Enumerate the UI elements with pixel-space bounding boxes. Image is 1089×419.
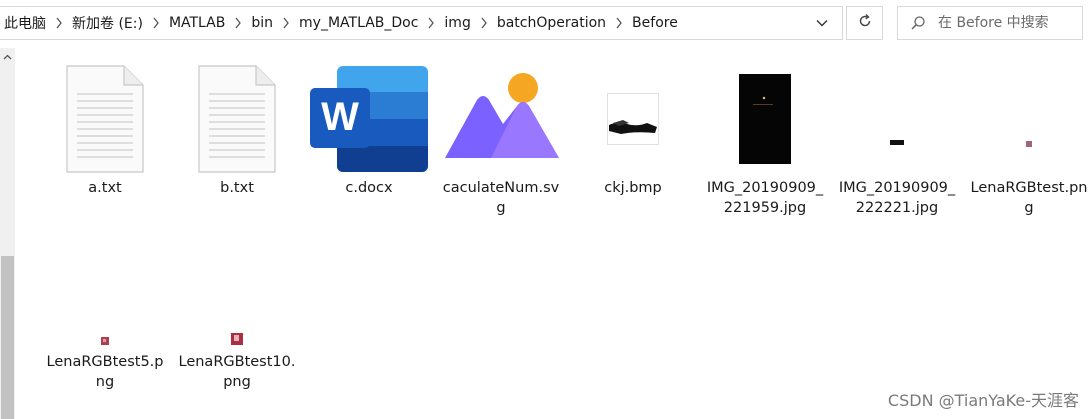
file-name: IMG_20190909_221959.jpg — [706, 180, 824, 216]
bmp-thumbnail-icon — [607, 93, 659, 149]
file-name: IMG_20190909_222221.jpg — [838, 180, 956, 216]
chevron-right-icon[interactable] — [145, 6, 167, 40]
crumb-before[interactable]: Before — [630, 15, 680, 31]
file-item[interactable]: IMG_20190909_222221.jpg — [835, 66, 959, 218]
chevron-right-icon[interactable] — [608, 6, 630, 40]
vertical-scrollbar[interactable] — [0, 48, 15, 419]
jpg-thumbnail-icon — [739, 74, 791, 168]
file-item[interactable]: b.txt — [175, 64, 299, 198]
svg-image-icon — [441, 64, 561, 178]
search-icon — [898, 7, 938, 39]
file-name: b.txt — [220, 180, 254, 196]
png-thumbnail-icon — [100, 334, 110, 350]
search-input[interactable] — [938, 15, 1078, 31]
file-name: LenaRGBtest10.png — [178, 354, 296, 390]
file-name: LenaRGBtest.png — [970, 180, 1088, 216]
file-item[interactable]: LenaRGBtest5.png — [43, 278, 167, 392]
chevron-right-icon[interactable] — [473, 6, 495, 40]
chevron-right-icon[interactable] — [48, 6, 70, 40]
crumb-bin[interactable]: bin — [249, 15, 275, 31]
refresh-button[interactable] — [846, 6, 883, 40]
scrollbar-thumb[interactable] — [1, 256, 14, 419]
file-name: LenaRGBtest5.png — [46, 354, 164, 390]
jpg-thumbnail-icon — [890, 90, 904, 152]
crumb-batchoperation[interactable]: batchOperation — [495, 15, 608, 31]
file-item[interactable]: LenaRGBtest.png — [967, 66, 1089, 218]
chevron-down-icon[interactable] — [810, 7, 834, 39]
chevron-right-icon[interactable] — [227, 6, 249, 40]
chevron-right-icon[interactable] — [275, 6, 297, 40]
scroll-up-icon[interactable] — [0, 48, 15, 66]
crumb-this-pc[interactable]: 此电脑 — [0, 13, 48, 33]
file-name: a.txt — [88, 180, 122, 196]
file-name: ckj.bmp — [604, 180, 662, 196]
file-item[interactable]: ckj.bmp — [571, 66, 695, 198]
file-name: caculateNum.svg — [442, 180, 560, 216]
file-item[interactable]: IMG_20190909_221959.jpg — [703, 66, 827, 218]
text-document-icon — [196, 64, 278, 178]
png-thumbnail-icon — [230, 332, 244, 350]
file-list: a.txt b.txt W c.docx caculateNum.svg ckj… — [15, 48, 1089, 419]
file-item[interactable]: a.txt — [43, 64, 167, 198]
crumb-my-matlab-doc[interactable]: my_MATLAB_Doc — [297, 15, 420, 31]
file-item[interactable]: caculateNum.svg — [439, 66, 563, 218]
search-box[interactable] — [897, 6, 1083, 40]
refresh-icon — [857, 13, 873, 33]
word-document-icon: W — [308, 64, 430, 178]
svg-text:W: W — [321, 95, 359, 139]
file-item[interactable]: W c.docx — [307, 66, 431, 198]
crumb-img[interactable]: img — [442, 15, 472, 31]
file-name: c.docx — [345, 180, 393, 196]
chevron-right-icon[interactable] — [420, 6, 442, 40]
crumb-drive-e[interactable]: 新加卷 (E:) — [70, 13, 145, 33]
file-item[interactable]: LenaRGBtest10.png — [175, 278, 299, 392]
address-bar[interactable]: 此电脑 新加卷 (E:) MATLAB bin my_MATLAB_Doc im… — [0, 6, 843, 40]
crumb-matlab[interactable]: MATLAB — [167, 15, 227, 31]
text-document-icon — [64, 64, 146, 178]
png-thumbnail-icon — [1025, 90, 1033, 152]
watermark: CSDN @TianYaKe-天涯客 — [887, 391, 1079, 410]
address-toolbar: 此电脑 新加卷 (E:) MATLAB bin my_MATLAB_Doc im… — [0, 0, 1089, 48]
